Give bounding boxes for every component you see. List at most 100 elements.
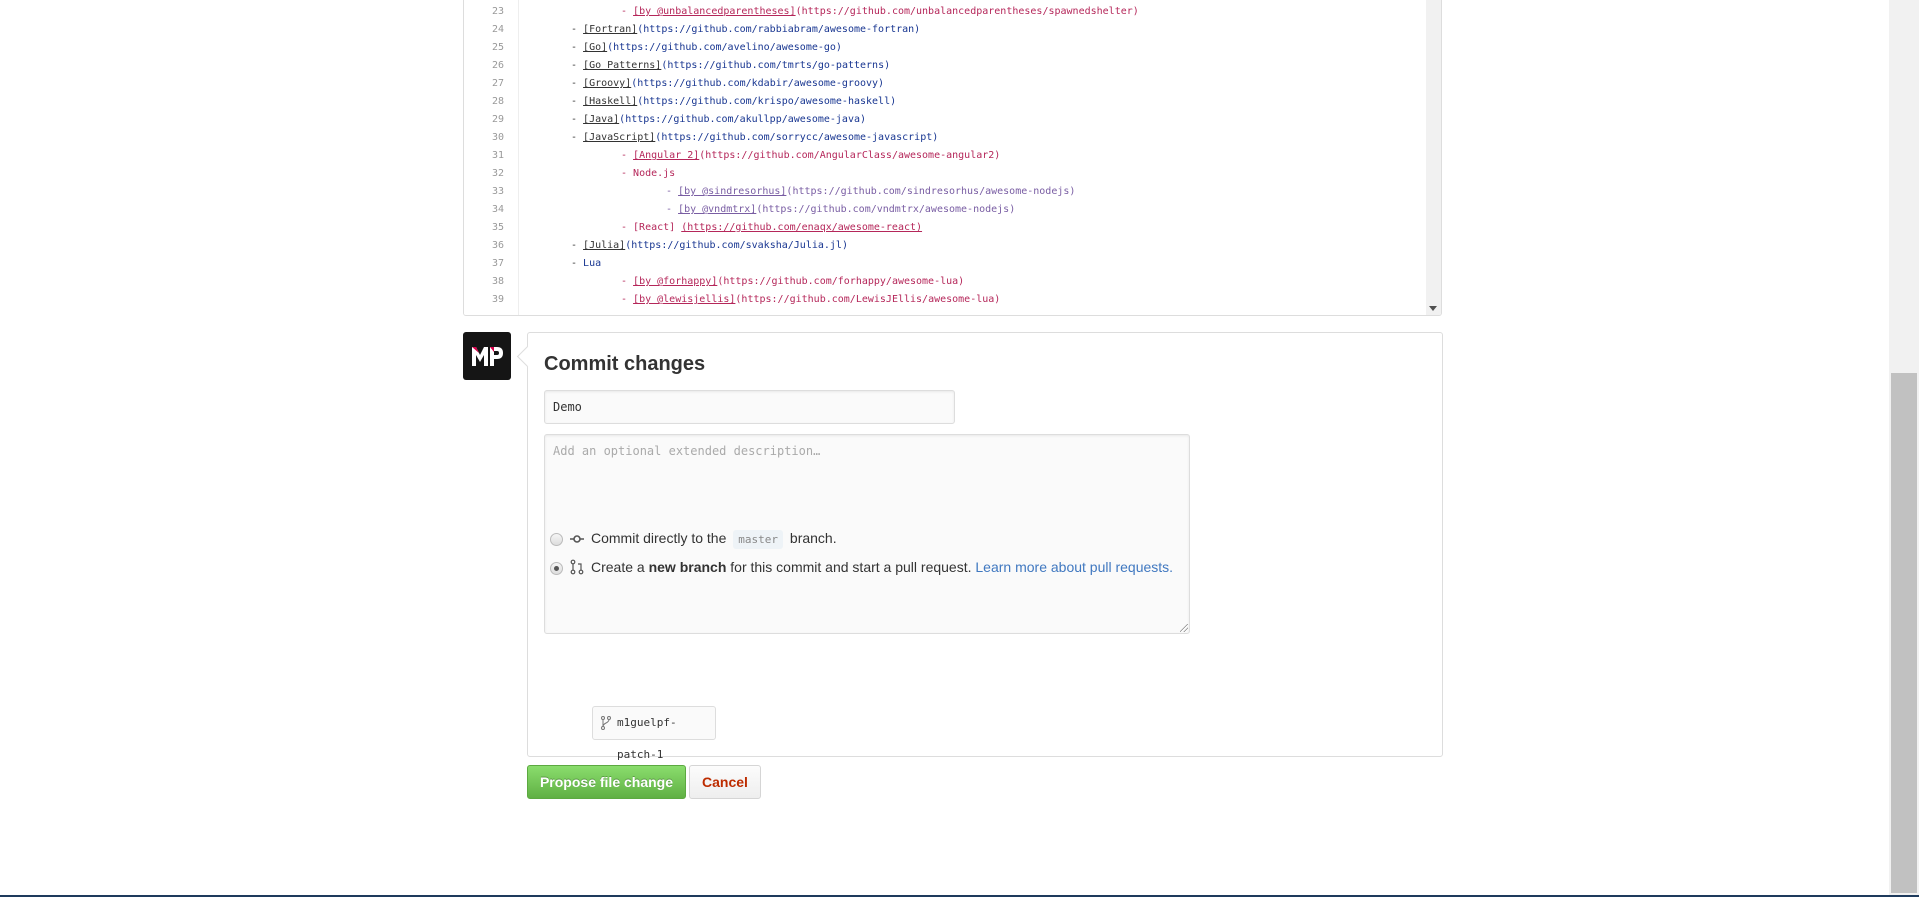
code-link: [Groovy] bbox=[583, 78, 632, 89]
line-number: 28 bbox=[491, 96, 504, 107]
code-dash: - bbox=[621, 168, 634, 179]
code-link: [by @sindresorhus] bbox=[678, 186, 787, 197]
resize-handle-icon[interactable] bbox=[1180, 624, 1188, 632]
line-number: 38 bbox=[491, 276, 504, 287]
code-dash: - bbox=[621, 294, 634, 305]
line-number: 31 bbox=[491, 150, 504, 161]
line-number: 27 bbox=[491, 78, 504, 89]
cancel-button[interactable]: Cancel bbox=[689, 765, 761, 799]
code-dash: - bbox=[621, 150, 634, 161]
code-link: [Java] bbox=[583, 114, 620, 125]
code-line[interactable]: 26 - [Go Patterns](https://github.com/tmr… bbox=[464, 57, 1424, 75]
commit-direct-radio[interactable] bbox=[550, 533, 563, 546]
line-number: 30 bbox=[491, 132, 504, 143]
code-link: [by @unbalancedparentheses] bbox=[633, 6, 796, 17]
code-url: (https://github.com/tmrts/go-patterns) bbox=[661, 60, 891, 71]
page-scrollbar[interactable] bbox=[1889, 0, 1919, 897]
code-text: - [Go](https://github.com/avelino/awesom… bbox=[571, 39, 842, 57]
code-text: - [Java](https://github.com/akullpp/awes… bbox=[571, 111, 866, 129]
code-line[interactable]: 27 - [Groovy](https://github.com/kdabir/a… bbox=[464, 75, 1424, 93]
code-text: - [JavaScript](https://github.com/sorryc… bbox=[571, 129, 938, 147]
code-dash: - bbox=[571, 240, 584, 251]
git-branch-icon bbox=[601, 716, 611, 730]
new-branch-radio[interactable] bbox=[550, 562, 563, 575]
scroll-down-arrow-icon[interactable] bbox=[1429, 306, 1437, 311]
code-line[interactable]: 28 - [Haskell](https://github.com/krispo/… bbox=[464, 93, 1424, 111]
code-url: (https://github.com/sindresorhus/awesome… bbox=[786, 186, 1076, 197]
git-commit-icon bbox=[570, 535, 584, 543]
code-line[interactable]: 30 - [JavaScript](https://github.com/sorr… bbox=[464, 129, 1424, 147]
code-url: (https://github.com/kdabir/awesome-groov… bbox=[631, 78, 885, 89]
code-url: (https://github.com/krispo/awesome-haske… bbox=[637, 96, 897, 107]
code-text: - [Go Patterns](https://github.com/tmrts… bbox=[571, 57, 890, 75]
code-line[interactable]: 37 - Lua bbox=[464, 255, 1424, 273]
code-dash: - bbox=[571, 24, 584, 35]
code-text: - [by @forhappy](https://github.com/forh… bbox=[621, 273, 964, 291]
code-line[interactable]: 39 - [by @lewisjellis](https://github.com… bbox=[464, 291, 1424, 309]
code-dash: - bbox=[621, 276, 634, 287]
code-dash: - bbox=[571, 96, 584, 107]
code-line[interactable]: 32 - Node.js bbox=[464, 165, 1424, 183]
code-dash: - bbox=[571, 78, 584, 89]
code-line[interactable]: 29 - [Java](https://github.com/akullpp/aw… bbox=[464, 111, 1424, 129]
branch-name-badge: master bbox=[733, 530, 784, 549]
code-line[interactable]: 24 - [Fortran](https://github.com/rabbiab… bbox=[464, 21, 1424, 39]
line-number: 37 bbox=[491, 258, 504, 269]
code-text: - [by @sindresorhus](https://github.com/… bbox=[666, 183, 1075, 201]
code-text: - [React] (https://github.com/enaqx/awes… bbox=[621, 219, 922, 237]
code-url: (https://github.com/forhappy/awesome-lua… bbox=[717, 276, 965, 287]
new-branch-name-input[interactable]: m1guelpf-patch-1 bbox=[592, 706, 716, 761]
code-link: [by @forhappy] bbox=[633, 276, 718, 287]
code-line[interactable]: 36 - [Julia](https://github.com/svaksha/J… bbox=[464, 237, 1424, 255]
code-url: (https://github.com/avelino/awesome-go) bbox=[607, 42, 842, 53]
code-dash: - bbox=[571, 42, 584, 53]
commit-message-input[interactable]: Demo bbox=[544, 390, 955, 424]
code-text: - [Angular 2](https://github.com/Angular… bbox=[621, 147, 1000, 165]
line-number: 23 bbox=[491, 6, 504, 17]
code-dash: - bbox=[571, 132, 584, 143]
line-number: 25 bbox=[491, 42, 504, 53]
code-line[interactable]: 23 - [by @unbalancedparentheses](https://… bbox=[464, 3, 1424, 21]
code-text: - Node.js bbox=[621, 165, 675, 183]
code-dash: - [React] bbox=[621, 222, 682, 233]
propose-file-change-button[interactable]: Propose file change bbox=[527, 765, 686, 799]
code-link: [Go Patterns] bbox=[583, 60, 662, 71]
code-line[interactable]: 34 - [by @vndmtrx](https://github.com/vnd… bbox=[464, 201, 1424, 219]
new-branch-label[interactable]: Create a new branch for this commit and … bbox=[591, 559, 1173, 575]
line-number: 35 bbox=[491, 222, 504, 233]
code-link: (https://github.com/enaqx/awesome-react) bbox=[681, 222, 923, 233]
code-text: - [by @vndmtrx](https://github.com/vndmt… bbox=[666, 201, 1015, 219]
commit-direct-label[interactable]: Commit directly to the master branch. bbox=[591, 530, 837, 549]
code-link: [by @lewisjellis] bbox=[633, 294, 736, 305]
file-editor[interactable]: 23- [by @unbalancedparentheses](https://… bbox=[463, 0, 1442, 316]
code-url: (https://github.com/AngularClass/awesome… bbox=[699, 150, 1001, 161]
code-text: - [by @lewisjellis](https://github.com/L… bbox=[621, 291, 1000, 309]
code-link: [Julia] bbox=[583, 240, 626, 251]
code-line[interactable]: 33 - [by @sindresorhus](https://github.co… bbox=[464, 183, 1424, 201]
code-url: (https://github.com/unbalancedparenthese… bbox=[795, 6, 1139, 17]
code-text: - Lua bbox=[571, 255, 601, 273]
editor-scrollbar[interactable] bbox=[1426, 0, 1441, 315]
page-scrollbar-thumb[interactable] bbox=[1891, 373, 1917, 893]
learn-more-link[interactable]: Learn more about pull requests. bbox=[975, 559, 1173, 575]
code-text: - [Julia](https://github.com/svaksha/Jul… bbox=[571, 237, 848, 255]
line-number: 26 bbox=[491, 60, 504, 71]
code-text: - [Haskell](https://github.com/krispo/aw… bbox=[571, 93, 896, 111]
code-link: [Angular 2] bbox=[633, 150, 700, 161]
code-url: (https://github.com/vndmtrx/awesome-node… bbox=[756, 204, 1016, 215]
code-url: (https://github.com/svaksha/Julia.jl) bbox=[625, 240, 848, 251]
code-line[interactable]: 31 - [Angular 2](https://github.com/Angul… bbox=[464, 147, 1424, 165]
code-dash: - bbox=[621, 6, 634, 17]
code-url: Node.js bbox=[633, 168, 676, 179]
line-number: 24 bbox=[491, 24, 504, 35]
code-text: - [by @unbalancedparentheses](https://gi… bbox=[621, 3, 1139, 21]
commit-form: Commit changes Demo Add an optional exte… bbox=[527, 332, 1443, 761]
code-link: [Fortran] bbox=[583, 24, 638, 35]
avatar[interactable] bbox=[463, 332, 511, 380]
line-number: 32 bbox=[491, 168, 504, 179]
code-line[interactable]: 38 - [by @forhappy](https://github.com/fo… bbox=[464, 273, 1424, 291]
code-line[interactable]: 35 - [React] (https://github.com/enaqx/aw… bbox=[464, 219, 1424, 237]
pull-request-icon bbox=[570, 559, 584, 575]
code-line[interactable]: 25 - [Go](https://github.com/avelino/awes… bbox=[464, 39, 1424, 57]
line-number: 29 bbox=[491, 114, 504, 125]
